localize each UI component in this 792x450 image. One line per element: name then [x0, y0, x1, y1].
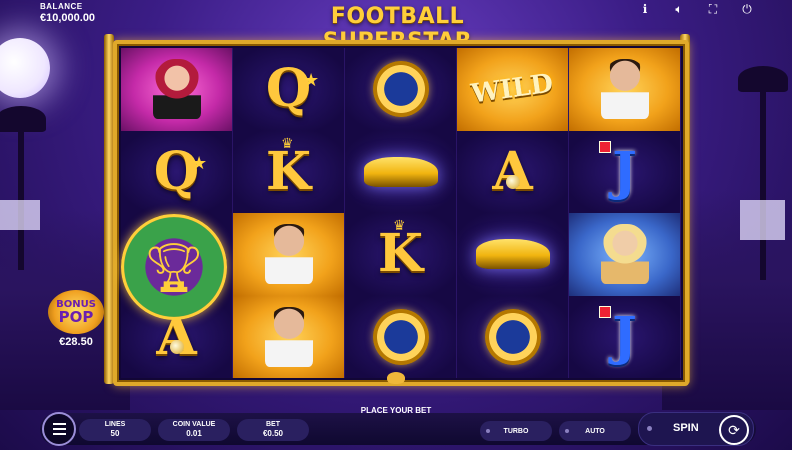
trophy-icon: 🏆︎ — [143, 241, 205, 295]
footballer-figure — [264, 306, 313, 367]
watch-icon — [372, 61, 429, 118]
balance-value: €10,000.00 — [40, 12, 96, 24]
car-icon — [363, 156, 438, 187]
coin-value-label: COIN VALUE — [172, 421, 216, 428]
symbol-woman-red — [121, 48, 233, 131]
moon — [0, 38, 50, 98]
bet-label: BET — [266, 421, 280, 428]
spin-button[interactable]: SPIN ⟳ — [638, 412, 754, 446]
symbol-jack: J — [569, 295, 681, 378]
background-house-left — [0, 200, 40, 230]
watch-icon — [484, 308, 541, 365]
top-icons: ℹ 🔈︎ ⛶ ⏻ — [638, 2, 754, 17]
car-icon — [475, 239, 550, 270]
bet-value: €0.50 — [262, 429, 284, 439]
symbol-queen: Q ★ — [233, 48, 345, 131]
spin-indicator — [647, 426, 652, 431]
symbol-footballer — [233, 295, 345, 378]
spin-arrows-icon: ⟳ — [719, 415, 749, 445]
symbol-jack: J — [569, 130, 681, 213]
symbol-king: K ♛ — [233, 130, 345, 213]
auto-label: AUTO — [585, 427, 605, 435]
star-icon: ★ — [303, 70, 320, 90]
menu-button[interactable] — [42, 412, 76, 446]
crown-icon: ♛ — [393, 217, 406, 233]
bonus-pop-amount: €28.50 — [59, 336, 93, 348]
football-icon — [170, 339, 184, 354]
symbol-footballer — [233, 213, 345, 296]
woman-red-figure — [152, 59, 201, 120]
trophy-wild-symbol: 🏆︎ — [121, 214, 227, 320]
symbol-car — [345, 130, 457, 213]
symbol-woman-blonde — [569, 213, 681, 296]
hamburger-icon-line — [52, 428, 66, 430]
king-letter: K — [377, 223, 424, 285]
crown-icon: ♛ — [281, 134, 294, 151]
symbol-king: K ♛ — [345, 213, 457, 296]
reel-grid: Q ★ WILD Q ★ K ♛ A J K ♛ A J — [121, 48, 681, 378]
football-icon — [506, 174, 520, 189]
hamburger-icon-line — [52, 423, 66, 425]
spin-label: SPIN — [673, 422, 699, 434]
symbol-footballer — [569, 48, 681, 131]
flag-icon — [599, 305, 611, 318]
symbol-watch — [457, 295, 569, 378]
flag-icon — [599, 140, 611, 153]
symbol-wild: WILD — [457, 48, 569, 131]
symbol-watch — [345, 48, 457, 131]
turbo-label: TURBO — [503, 427, 529, 435]
power-icon[interactable]: ⏻ — [740, 2, 754, 17]
bonus-pop: BONUS POP €28.50 — [45, 290, 107, 348]
fullscreen-icon[interactable]: ⛶ — [706, 2, 720, 17]
star-icon: ★ — [191, 152, 208, 173]
bet-selector[interactable]: BET €0.50 — [237, 419, 309, 441]
jack-letter: J — [612, 140, 637, 202]
lines-selector[interactable]: LINES 50 — [79, 419, 151, 441]
balance-label: BALANCE — [40, 2, 83, 11]
symbol-watch — [345, 295, 457, 378]
hamburger-icon-line — [52, 433, 66, 435]
turbo-toggle[interactable]: TURBO — [480, 421, 552, 441]
background-house-right — [740, 200, 785, 240]
jack-letter: J — [612, 305, 637, 367]
symbol-car — [457, 213, 569, 296]
symbol-queen: Q ★ — [121, 130, 233, 213]
info-icon[interactable]: ℹ — [638, 2, 652, 17]
watch-icon — [372, 308, 429, 365]
lines-value: 50 — [110, 429, 120, 439]
reel-frame: Q ★ WILD Q ★ K ♛ A J K ♛ A J 🏆︎ — [113, 40, 689, 386]
king-letter: K — [265, 140, 312, 202]
footballer-figure — [264, 224, 313, 285]
bonus-pop-badge: BONUS POP — [48, 290, 104, 334]
coin-value-value: 0.01 — [186, 429, 202, 439]
symbol-ace: A — [457, 130, 569, 213]
palm-tree-left — [0, 106, 46, 270]
woman-blonde-figure — [600, 224, 649, 285]
coin-value-selector[interactable]: COIN VALUE 0.01 — [158, 419, 230, 441]
palm-tree-right — [738, 66, 788, 280]
wild-label: WILD — [469, 68, 556, 110]
sound-icon[interactable]: 🔈︎ — [672, 2, 686, 17]
bonus-pop-line2: POP — [58, 307, 94, 326]
auto-toggle[interactable]: AUTO — [559, 421, 631, 441]
frame-ornament-bottom — [387, 372, 405, 384]
lines-label: LINES — [104, 421, 126, 428]
ace-letter: A — [492, 140, 533, 202]
footballer-figure — [600, 59, 649, 120]
